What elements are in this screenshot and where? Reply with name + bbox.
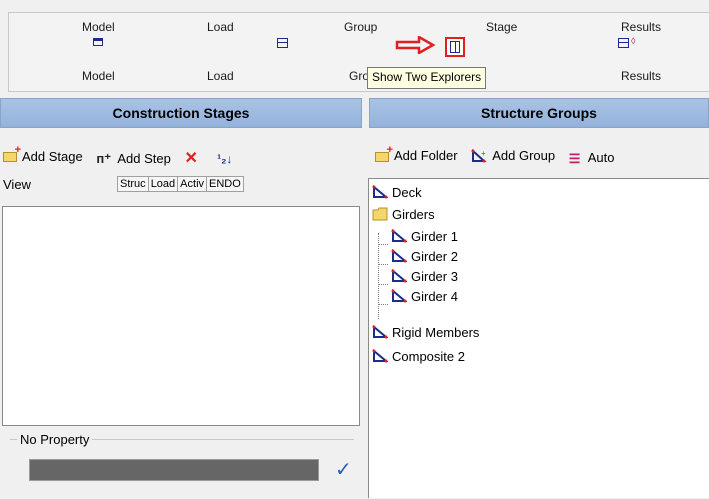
structure-group-icon [391,268,408,283]
tree-item-composite-2[interactable]: Composite 2 [372,346,465,366]
results-arrow-icon: ◊ [631,36,636,46]
column-header-endo[interactable]: ENDO [206,176,244,192]
column-headers: Struc Load Activ ENDO [117,176,244,192]
tree-connector [378,233,379,319]
tree-item-girder-1[interactable]: Girder 1 [391,226,458,246]
view-label: View [3,177,31,192]
svg-text:+: + [481,149,486,158]
model-window-icon[interactable] [93,38,103,46]
add-folder-icon [375,144,393,163]
structure-group-icon [391,248,408,263]
tree-item-label: Girder 4 [411,288,458,304]
structure-group-icon [391,288,408,303]
tree-item-label: Rigid Members [392,324,480,340]
toolbar-label-stage: Stage [486,20,518,34]
sort-icon: ¹₂↓ [217,152,233,166]
groups-tree[interactable]: Deck Girders Girder 1 Girder 2 Girder 3 … [368,178,709,498]
auto-label: Auto [587,150,615,165]
add-group-icon: + [471,148,489,163]
tree-item-girder-3[interactable]: Girder 3 [391,266,458,286]
tree-item-girder-2[interactable]: Girder 2 [391,246,458,266]
toolbar-label-results: Results [621,20,662,34]
structure-group-icon [372,348,389,363]
property-group-label: No Property [17,432,93,447]
main-toolbar: Model Load Group Stage Results ◊ Model L… [0,0,709,95]
add-folder-label: Add Folder [394,148,458,163]
folder-icon [372,207,388,221]
tree-item-rigid-members[interactable]: Rigid Members [372,322,479,342]
property-value-field[interactable] [29,459,319,481]
add-group-label: Add Group [492,148,556,163]
structure-group-icon [372,324,389,339]
tree-item-label: Girder 1 [411,228,458,244]
stages-list[interactable] [2,206,360,426]
tree-item-deck[interactable]: Deck [372,182,422,202]
tree-connector [378,304,388,305]
two-explorers-icon [450,41,460,53]
tree-item-label: Girder 2 [411,248,458,264]
delete-x-icon: ✕ [184,150,198,167]
toolbar-label-group: Group [344,20,378,34]
tree-item-girder-4[interactable]: Girder 4 [391,286,458,306]
tree-connector [378,284,388,285]
column-header-activ[interactable]: Activ [177,176,208,192]
tree-connector [378,264,388,265]
delete-button[interactable]: ✕ [184,148,203,167]
checkmark-icon[interactable]: ✓ [335,457,352,482]
tree-item-girders[interactable]: Girders [372,204,435,224]
auto-button[interactable]: ☰ Auto [568,150,615,166]
tree-item-label: Girders [392,206,435,222]
toolbar-label-load: Load [207,20,234,34]
tree-item-label: Deck [392,184,422,200]
groups-toolbar: Add Folder + Add Group ☰ Auto [375,144,624,166]
show-two-explorers-button[interactable] [445,37,465,57]
add-step-icon: ᴨ⁺ [96,151,112,166]
add-group-button[interactable]: + Add Group [471,148,555,163]
results-window-icon[interactable] [618,38,629,48]
tree-item-label: Girder 3 [411,268,458,284]
structure-groups-header: Structure Groups [369,98,709,128]
column-header-struc[interactable]: Struc [117,176,149,192]
add-stage-label: Add Stage [22,148,83,164]
toolbar-bottom-label-load: Load [207,69,234,83]
add-folder-button[interactable]: Add Folder [375,144,458,163]
tree-connector [378,244,388,245]
toolbar-label-model: Model [82,20,115,34]
add-stage-button[interactable]: Add Stage [3,144,83,164]
arrow-pointer-icon [395,34,439,56]
toolbar-bottom-label-group: Gro [349,69,370,83]
add-step-button[interactable]: ᴨ⁺ Add Step [96,150,171,167]
toolbar-bottom-label-model: Model [82,69,115,83]
sort-button[interactable]: ¹₂↓ [217,152,234,166]
toolbar-bottom-label-results: Results [621,69,662,83]
auto-icon: ☰ [568,150,581,166]
construction-stages-header: Construction Stages [0,98,362,128]
load-window-icon[interactable] [277,38,288,48]
add-step-label: Add Step [117,150,171,166]
column-header-load[interactable]: Load [147,176,179,192]
structure-group-icon [372,184,389,199]
structure-group-icon [391,228,408,243]
add-folder-icon [3,144,21,163]
tree-item-label: Composite 2 [392,348,465,364]
stages-toolbar: Add Stage ᴨ⁺ Add Step ✕ ¹₂↓ [3,144,244,167]
tooltip: Show Two Explorers [367,67,487,89]
